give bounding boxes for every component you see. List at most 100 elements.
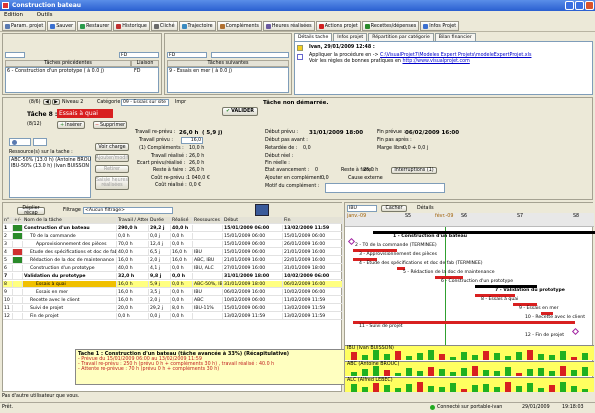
note-link-1[interactable]: C:\VisualProjet7\Modeles Expert Projets\…: [380, 53, 531, 58]
succ-item[interactable]: 9 - Essais en mer ( à 0.0 j): [169, 69, 232, 74]
cell-real: 16,0 h: [171, 249, 193, 255]
pred-link-select[interactable]: FD: [119, 52, 159, 58]
toolbar-complements-button[interactable]: Compléments: [216, 21, 262, 31]
cell-dur: 2,0 j: [149, 257, 171, 263]
add-complement-value: 0,0: [321, 176, 329, 181]
percent-select[interactable]: [33, 138, 47, 146]
toolbar-trajectory-button[interactable]: Trajectoire: [178, 21, 216, 31]
grid-header-cell[interactable]: n°: [3, 217, 13, 223]
table-row[interactable]: 3 Approvisionnement des pièces 70,0 h 12,4 …: [3, 241, 343, 248]
succ-filter[interactable]: [211, 52, 289, 58]
category-select[interactable]: 09 - Essais sur site: [121, 99, 169, 106]
toolbar-actions-button[interactable]: Actions projet: [315, 21, 361, 31]
resource-load-bar: [417, 353, 423, 360]
table-row[interactable]: 6 Construction d'un prototype 40,0 h 4,1 j0…: [3, 265, 343, 272]
grid-header-cell[interactable]: Fin: [283, 217, 343, 223]
external-cause-checkbox[interactable]: Cause externe: [348, 176, 383, 181]
table-row[interactable]: 1 Construction d'un bateau 290,0 h 29,2 j 40…: [3, 225, 343, 232]
grid-header-cell[interactable]: +/-: [13, 217, 23, 223]
insert-button[interactable]: + Insérer: [57, 121, 85, 129]
maximize-button[interactable]: [575, 1, 584, 10]
resource-row-1[interactable]: ABC-50% (13.0 h) (Antoine BROU: [11, 158, 91, 163]
succ-link-select[interactable]: FD: [167, 52, 207, 58]
remove-button[interactable]: Retirer: [95, 165, 129, 173]
menu-outils[interactable]: Outils: [37, 12, 53, 18]
expand-recap-button[interactable]: Déplier récap: [17, 206, 45, 216]
grid-header-cell[interactable]: Réalisé: [171, 217, 193, 223]
row-status-icon: [13, 225, 23, 231]
resource-load-bar: [384, 385, 390, 392]
resource-row-2[interactable]: IBU-50% (13.0 h) (Ivan BUISSON: [11, 164, 89, 169]
toolbar-snapshot-button[interactable]: Cliché: [150, 21, 178, 31]
table-row[interactable]: 8 Essais à quai 16,0 h 5,9 j 0,0 h ABC-50%, I…: [3, 281, 343, 288]
toolbar-money-button[interactable]: Recettes/dépenses: [361, 21, 420, 31]
details-tab[interactable]: Infos projet: [333, 33, 368, 41]
pred-filter-left[interactable]: [5, 52, 25, 58]
next-task-button[interactable]: ▶: [52, 99, 60, 105]
table-row[interactable]: 4 Etude des spécifications et doc de fab 4…: [3, 249, 343, 256]
milestone-marker[interactable]: [347, 237, 356, 246]
table-row[interactable]: 10 Recette avec le client 16,0 h 2,0 j 0,0 h…: [3, 297, 343, 304]
enter-hours-button[interactable]: Saisie heures réalisées: [95, 176, 129, 190]
table-row[interactable]: 9 Essais en mer 16,0 h 3,5 j 0,0 h IBU 06/02/2…: [3, 289, 343, 296]
details-tab[interactable]: Bilan financier: [434, 33, 476, 41]
toolbar-hours-button[interactable]: Heures réalisées: [262, 21, 315, 31]
table-row[interactable]: 7 Validation du prototype 32,0 h 9,8 j 0,0 h…: [3, 273, 343, 280]
grid-header-cell[interactable]: Nom de la tâche: [23, 217, 117, 223]
grid-header-cell[interactable]: Début: [223, 217, 283, 223]
hide-button[interactable]: Cacher: [381, 205, 407, 212]
toolbar-restore-button[interactable]: Restaurer: [77, 21, 113, 31]
validate-button[interactable]: ✔ VALIDER: [222, 107, 258, 116]
details-checkbox[interactable]: Détails: [417, 206, 434, 211]
resource-load-bar: [450, 383, 456, 392]
close-button[interactable]: [585, 1, 594, 10]
pred-item[interactable]: 6 - Construction d'un prototype ( à 0.0 …: [7, 69, 104, 74]
end-planned-label: Fin prévue :: [377, 130, 406, 135]
filter-select[interactable]: <Aucun filtrage>: [83, 207, 173, 214]
grid-header-cell[interactable]: Ressources: [193, 217, 223, 223]
prev-task-button[interactable]: ◀: [43, 99, 51, 105]
table-row[interactable]: 2 T0 de la commande 0,0 h 0,0 j 0,0 h 15/01/2…: [3, 233, 343, 240]
succ-list[interactable]: 9 - Essais en mer ( à 0.0 j): [167, 67, 289, 93]
table-row[interactable]: 11 Suivi de projet 20,0 h 29,2 j 8,0 h IBU-11…: [3, 305, 343, 312]
table-row[interactable]: 12 Fin de projet 0,0 h 0,0 j 0,0 h 13/02/2009…: [3, 313, 343, 320]
id-icon[interactable]: [297, 54, 303, 60]
grid-header-cell[interactable]: Travail / Attente: [117, 217, 149, 223]
gantt-resource-select[interactable]: IBU: [347, 205, 377, 212]
voir-charge-button[interactable]: Voir charge: [95, 143, 129, 151]
toolbar-history-button[interactable]: Historique: [113, 21, 150, 31]
save-icon: [50, 23, 56, 29]
note-link-2[interactable]: http://www.visualprojet.com: [402, 59, 469, 64]
interruptions-button[interactable]: Interruptions (1): [391, 167, 437, 174]
toolbar-settings-button[interactable]: Param. projet: [2, 21, 47, 31]
details-tab[interactable]: Répartition par catégorie: [368, 33, 434, 41]
add-modify-button[interactable]: Ajouter/modif: [95, 154, 129, 162]
delete-button[interactable]: − Supprimer: [93, 121, 127, 129]
task-name-input[interactable]: Essais à quai: [57, 109, 113, 118]
grid-header-cell[interactable]: Durée: [149, 217, 171, 223]
toolbar-save-button[interactable]: Sauver: [47, 21, 77, 31]
toolbar-label: Infos Projet: [429, 23, 457, 29]
work-planned-label: Travail prévu :: [139, 138, 173, 143]
note-icon[interactable]: [297, 45, 303, 51]
resource-load-bar: [472, 355, 478, 360]
pred-list[interactable]: 6 - Construction d'un prototype ( à 0.0 …: [5, 67, 159, 93]
complement-reason-input[interactable]: [325, 183, 445, 193]
impr-checkbox[interactable]: Impr: [175, 100, 186, 105]
level-label[interactable]: Niveau 2: [62, 100, 83, 105]
resource-select[interactable]: [9, 138, 31, 146]
table-row[interactable]: 5 Rédaction de la doc de maintenance 16,0 …: [3, 257, 343, 264]
gantt-bar-label: 2 - T0 de la commande (TERMINEE): [355, 243, 437, 248]
people-icon[interactable]: [255, 204, 269, 216]
money-icon: [364, 23, 370, 29]
toolbar-info-button[interactable]: Infos Projet: [420, 21, 460, 31]
cell-real: 16,0 h: [171, 257, 193, 263]
gantt-week: S8: [573, 214, 580, 219]
milestone-marker[interactable]: [571, 327, 580, 336]
resources-list[interactable]: ABC-50% (13.0 h) (Antoine BROU IBU-50% (…: [9, 156, 91, 198]
minimize-button[interactable]: [565, 1, 574, 10]
menu-edition[interactable]: Edition: [4, 12, 23, 18]
cell-fin: 10/02/2009 06:00: [283, 273, 343, 279]
details-tab[interactable]: Détails tache: [294, 33, 333, 41]
planned-work-input[interactable]: 16,0: [181, 137, 203, 144]
